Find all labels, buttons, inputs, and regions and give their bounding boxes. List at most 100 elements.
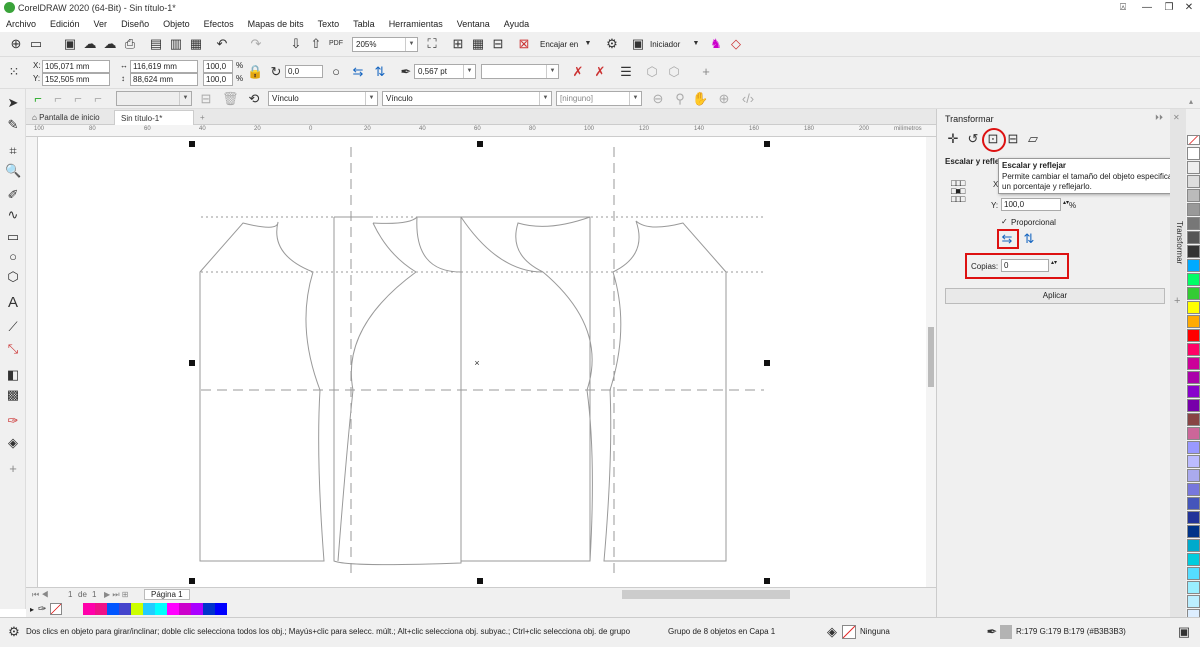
menu-objeto[interactable]: Objeto — [163, 19, 190, 29]
pdf-export-icon[interactable]: PDF — [328, 36, 344, 52]
color-swatch[interactable] — [1187, 427, 1200, 440]
node-icon[interactable]: ⊟ — [198, 91, 214, 107]
color-swatch[interactable] — [1187, 357, 1200, 370]
show-guides-icon[interactable]: ⊟ — [490, 36, 506, 52]
scroll-thumb[interactable] — [928, 327, 934, 387]
options-gear-icon[interactable]: ⚙ — [604, 36, 620, 52]
tab-home[interactable]: ⌂ Pantalla de inicio — [26, 110, 106, 125]
copy-icon[interactable]: ▥ — [168, 36, 184, 52]
color-swatch[interactable] — [1187, 469, 1200, 482]
link-settings-icon[interactable]: ⚲ — [672, 91, 688, 107]
color-swatch[interactable] — [1187, 455, 1200, 468]
ungroup-icon[interactable]: ⬡ — [666, 64, 682, 80]
color-swatch[interactable] — [1187, 189, 1200, 202]
account-icon[interactable]: ⍓ — [1112, 1, 1134, 15]
color-swatch[interactable] — [203, 603, 215, 615]
docker-collapse-icon[interactable]: ⏵⏵ — [1155, 113, 1163, 123]
color-swatch[interactable] — [1187, 595, 1200, 608]
code-icon[interactable]: ‹/› — [740, 91, 756, 107]
snap-to-label[interactable]: Encajar en — [540, 40, 578, 49]
no-color-swatch[interactable] — [50, 603, 63, 615]
zoom-tool-icon[interactable]: 🔍 — [5, 163, 21, 179]
show-grid-icon[interactable]: ▦ — [470, 36, 486, 52]
restore-button[interactable]: ❐ — [1158, 1, 1180, 15]
color-swatch[interactable] — [1187, 287, 1200, 300]
color-settings-icon[interactable]: ▣ — [1176, 624, 1192, 640]
align-icon[interactable]: ☰ — [618, 64, 634, 80]
tab-document[interactable]: Sin título-1* — [114, 110, 194, 125]
width-input[interactable]: 116,619 mm — [130, 60, 198, 73]
cloud-download-icon[interactable]: ☁ — [102, 36, 118, 52]
color-swatch[interactable] — [1187, 161, 1200, 174]
color-swatch[interactable] — [1187, 525, 1200, 538]
none-select[interactable]: [ninguno] ▼ — [556, 91, 642, 106]
selection-handle[interactable] — [189, 141, 195, 147]
position-icon[interactable]: ✛ — [945, 131, 961, 147]
color-swatch[interactable] — [1187, 175, 1200, 188]
docker-strip-close-icon[interactable]: ✕ — [1173, 113, 1180, 122]
cloud-upload-icon[interactable]: ☁ — [82, 36, 98, 52]
status-gear-icon[interactable]: ⚙ — [6, 624, 22, 640]
page-nav-first-icon[interactable]: ⏮ ◀ — [32, 590, 49, 600]
selection-handle[interactable] — [189, 360, 195, 366]
pattern-piece[interactable] — [542, 271, 593, 562]
color-swatch[interactable] — [1187, 301, 1200, 314]
color-swatch[interactable] — [143, 603, 155, 615]
convert-to-curves-icon[interactable]: ✗ — [570, 64, 586, 80]
color-swatch[interactable] — [1187, 315, 1200, 328]
connector-icon[interactable]: ⌐ — [30, 91, 46, 107]
color-swatch[interactable] — [83, 603, 95, 615]
color-swatch[interactable] — [1187, 273, 1200, 286]
drawing-canvas[interactable]: × — [38, 137, 926, 587]
mirror-horizontal-icon[interactable]: ⇆ — [350, 64, 366, 80]
color-swatch[interactable] — [1187, 567, 1200, 580]
color-swatch[interactable] — [1187, 385, 1200, 398]
rotate-icon[interactable]: ↺ — [965, 131, 981, 147]
color-swatch[interactable] — [1187, 399, 1200, 412]
color-swatch[interactable] — [1187, 371, 1200, 384]
copies-input[interactable]: 0 — [1001, 259, 1049, 272]
undo-icon[interactable]: ↶ — [214, 36, 230, 52]
y-position-input[interactable]: 152,505 mm — [42, 73, 110, 86]
docker-add-icon[interactable]: + — [1174, 295, 1180, 307]
color-swatch[interactable] — [107, 603, 119, 615]
sewing-pattern-drawing[interactable]: × — [38, 137, 926, 587]
pattern-piece[interactable] — [199, 221, 325, 562]
color-swatch[interactable] — [155, 603, 167, 615]
color-swatch[interactable] — [1187, 203, 1200, 216]
color-swatch[interactable] — [215, 603, 227, 615]
x-position-input[interactable]: 105,071 mm — [42, 60, 110, 73]
connector-2-icon[interactable]: ⌐ — [50, 91, 66, 107]
text-tool-icon[interactable]: A — [5, 295, 21, 311]
color-swatch[interactable] — [1187, 539, 1200, 552]
color-swatch[interactable] — [1187, 441, 1200, 454]
scale-height-input[interactable]: 100,0 — [203, 73, 233, 86]
color-swatch[interactable] — [95, 603, 107, 615]
copies-spinner[interactable]: ▴▾ — [1051, 259, 1057, 266]
link-select-1[interactable]: Vínculo ▼ — [268, 91, 378, 106]
new-document-icon[interactable]: ⊕ — [8, 36, 24, 52]
connector-3-icon[interactable]: ⌐ — [70, 91, 86, 107]
link-select-2[interactable]: Vínculo ▼ — [382, 91, 552, 106]
style-select[interactable]: ▼ — [116, 91, 192, 106]
outline-width-select[interactable]: 0,567 pt ▼ — [414, 64, 476, 79]
minimize-button[interactable]: — — [1136, 1, 1158, 15]
size-icon[interactable]: ⊟ — [1005, 131, 1021, 147]
show-rulers-icon[interactable]: ⊞ — [450, 36, 466, 52]
no-color-swatch[interactable] — [1187, 135, 1200, 145]
fill-none-swatch[interactable] — [842, 625, 856, 639]
reference-point-icon[interactable]: ⁙ — [6, 64, 22, 80]
mirror-v-icon[interactable]: ⇅ — [1021, 231, 1037, 247]
scale-width-input[interactable]: 100,0 — [203, 60, 233, 73]
launcher-icon[interactable]: ▣ — [630, 36, 646, 52]
outline-color-swatch[interactable] — [1000, 625, 1012, 639]
proportional-checkbox[interactable]: ✓ — [1001, 217, 1008, 226]
color-swatch[interactable] — [179, 603, 191, 615]
apply-button[interactable]: Aplicar — [945, 288, 1165, 304]
wrap-text-icon[interactable]: ✗ — [592, 64, 608, 80]
save-icon[interactable]: ▣ — [62, 36, 78, 52]
menu-herramientas[interactable]: Herramientas — [389, 19, 443, 29]
color-swatch[interactable] — [1187, 217, 1200, 230]
shape-tool-icon[interactable]: ✎ — [5, 117, 21, 133]
vertical-ruler[interactable] — [26, 137, 38, 587]
